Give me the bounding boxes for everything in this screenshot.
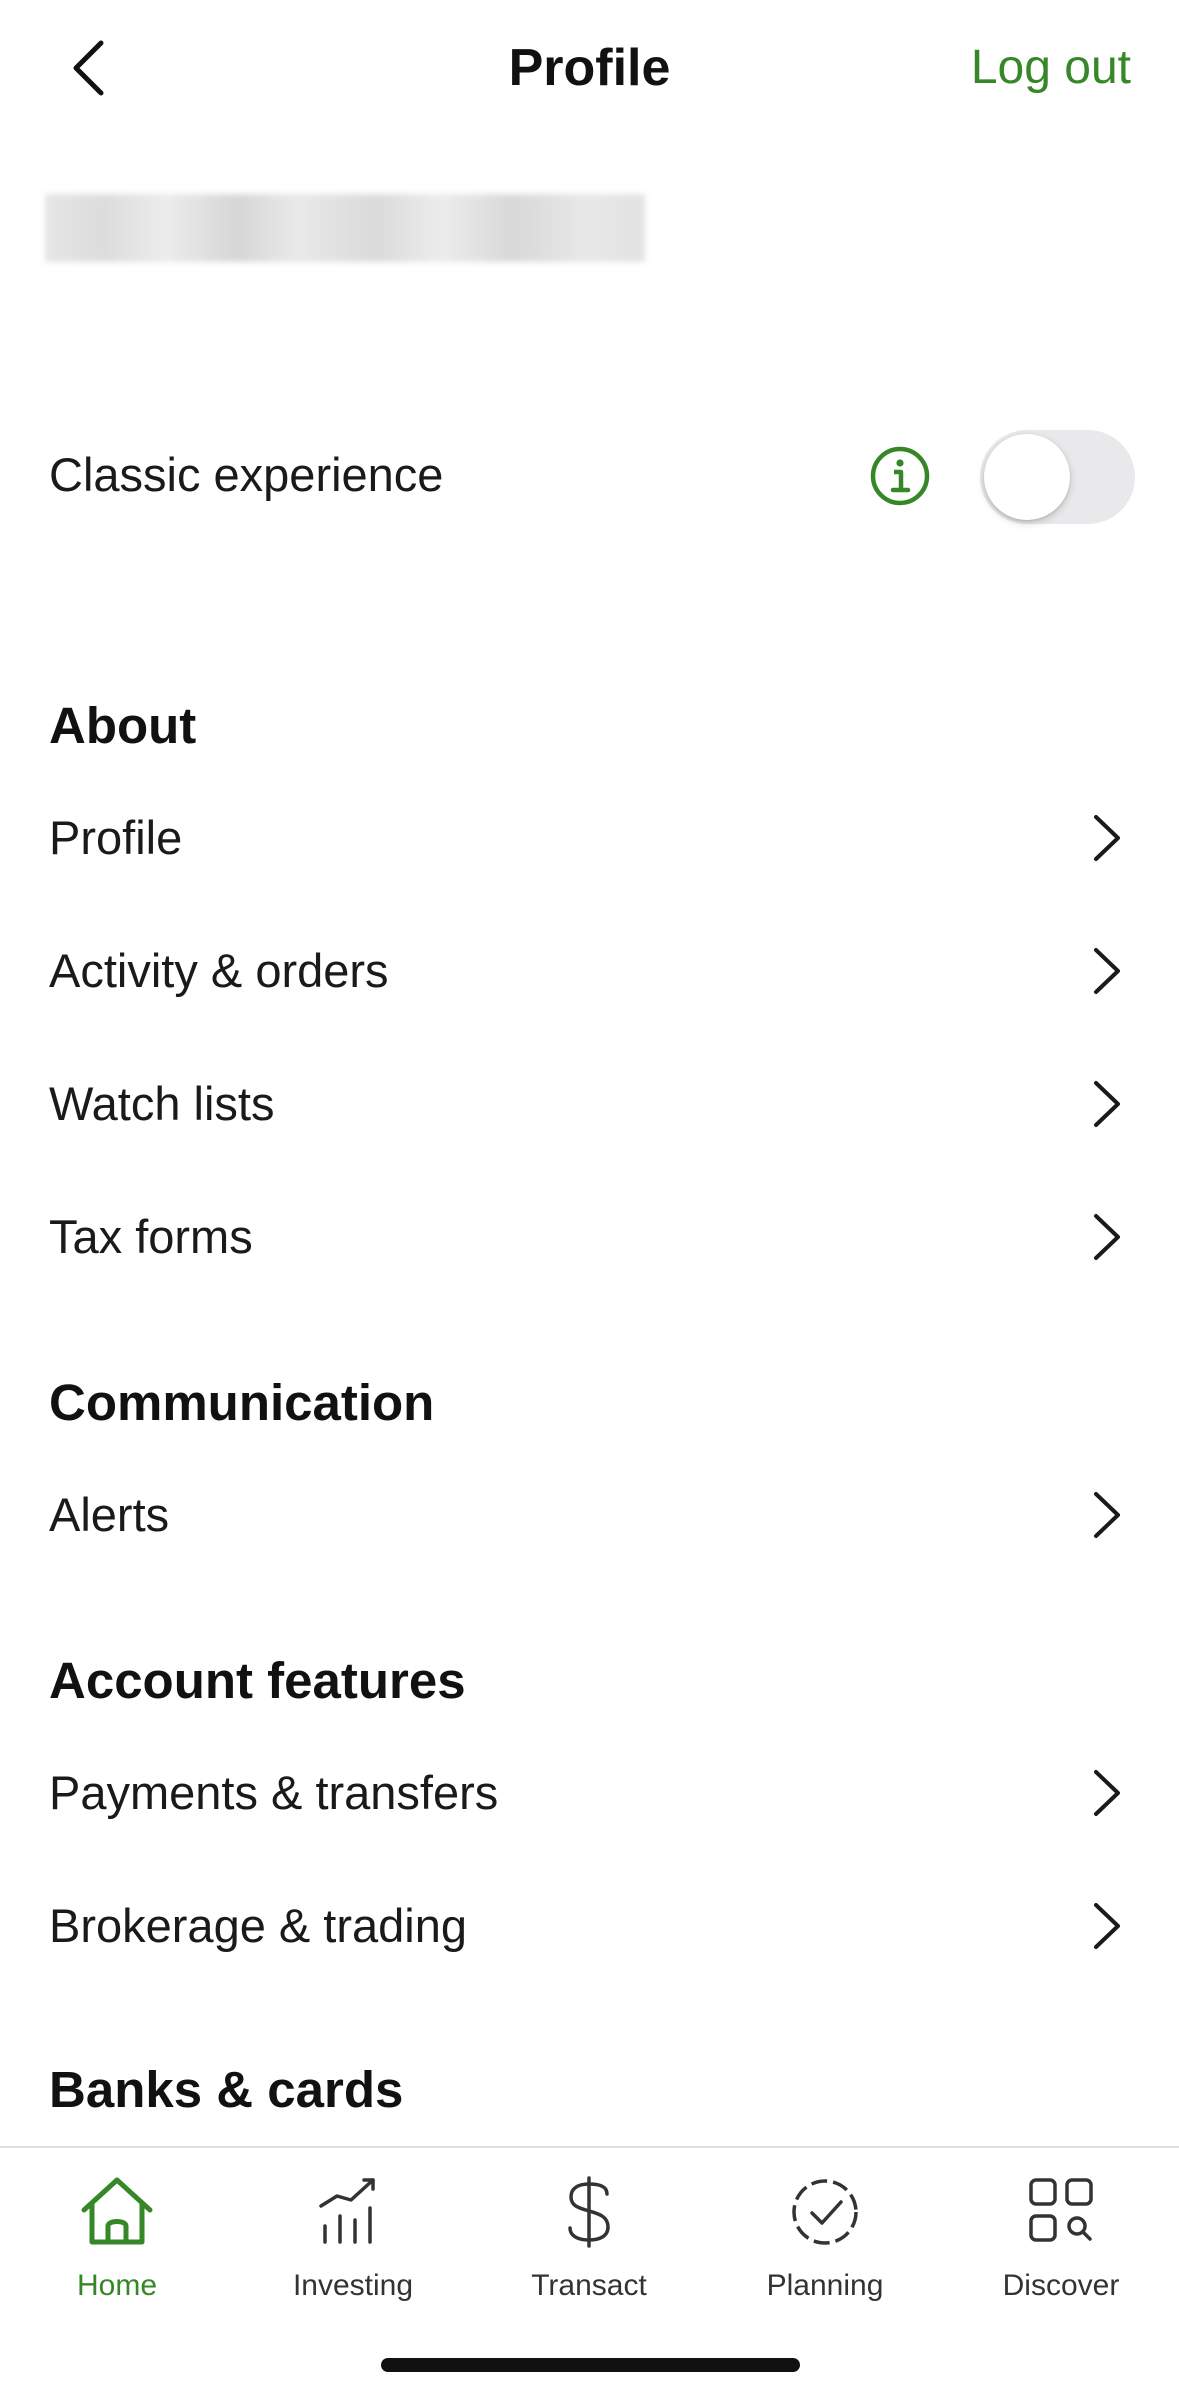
menu-item-label: Watch lists: [49, 1077, 275, 1130]
classic-experience-row: Classic experience: [0, 420, 1179, 530]
header: Profile Log out: [0, 0, 1179, 140]
chevron-right-icon: [1094, 1770, 1120, 1816]
menu-item-alerts[interactable]: Alerts: [0, 1460, 1179, 1570]
menu-item-watch-lists[interactable]: Watch lists: [0, 1049, 1179, 1159]
tab-planning[interactable]: Planning: [735, 2170, 915, 2310]
menu-item-label: Brokerage & trading: [49, 1899, 468, 1952]
section-heading-account-features: Account features: [49, 1652, 466, 1709]
menu-item-profile[interactable]: Profile: [0, 783, 1179, 893]
discover-grid-icon: [1029, 2178, 1093, 2242]
planning-check-icon: [792, 2179, 858, 2245]
menu-item-label: Tax forms: [49, 1210, 253, 1263]
toggle-knob: [984, 434, 1070, 520]
dollar-icon: [568, 2176, 610, 2248]
tab-home[interactable]: Home: [27, 2170, 207, 2310]
classic-experience-label: Classic experience: [49, 448, 444, 501]
investing-chart-icon: [319, 2178, 375, 2244]
chevron-right-icon: [1094, 948, 1120, 994]
back-button[interactable]: [58, 30, 118, 106]
classic-experience-toggle[interactable]: [980, 430, 1135, 524]
tab-investing[interactable]: Investing: [263, 2170, 443, 2310]
menu-item-brokerage-trading[interactable]: Brokerage & trading: [0, 1871, 1179, 1981]
menu-item-activity-orders[interactable]: Activity & orders: [0, 916, 1179, 1026]
logout-button[interactable]: Log out: [971, 38, 1131, 98]
menu-item-tax-forms[interactable]: Tax forms: [0, 1182, 1179, 1292]
tab-label: Investing: [292, 2269, 414, 2302]
section-heading-banks-cards: Banks & cards: [49, 2061, 404, 2118]
tab-transact[interactable]: Transact: [499, 2170, 679, 2310]
tab-label: Discover: [1002, 2269, 1120, 2302]
menu-item-label: Alerts: [49, 1488, 170, 1541]
menu-item-payments-transfers[interactable]: Payments & transfers: [0, 1738, 1179, 1848]
chevron-right-icon: [1094, 1081, 1120, 1127]
menu-item-label: Profile: [49, 811, 183, 864]
tab-label: Transact: [531, 2269, 647, 2302]
chevron-right-icon: [1094, 1492, 1120, 1538]
chevron-left-icon: [73, 40, 104, 96]
home-icon: [81, 2177, 153, 2245]
menu-item-label: Activity & orders: [49, 944, 389, 997]
home-indicator: [381, 2358, 800, 2372]
chevron-right-icon: [1094, 1903, 1120, 1949]
section-heading-communication: Communication: [49, 1374, 435, 1431]
tab-label: Planning: [766, 2269, 884, 2302]
account-name-redacted: [45, 194, 645, 262]
tab-discover[interactable]: Discover: [971, 2170, 1151, 2310]
menu-item-label: Payments & transfers: [49, 1766, 499, 1819]
info-icon[interactable]: [868, 444, 932, 508]
chevron-right-icon: [1094, 815, 1120, 861]
chevron-right-icon: [1094, 1214, 1120, 1260]
section-heading-about: About: [49, 697, 197, 754]
tab-label: Home: [76, 2269, 158, 2302]
